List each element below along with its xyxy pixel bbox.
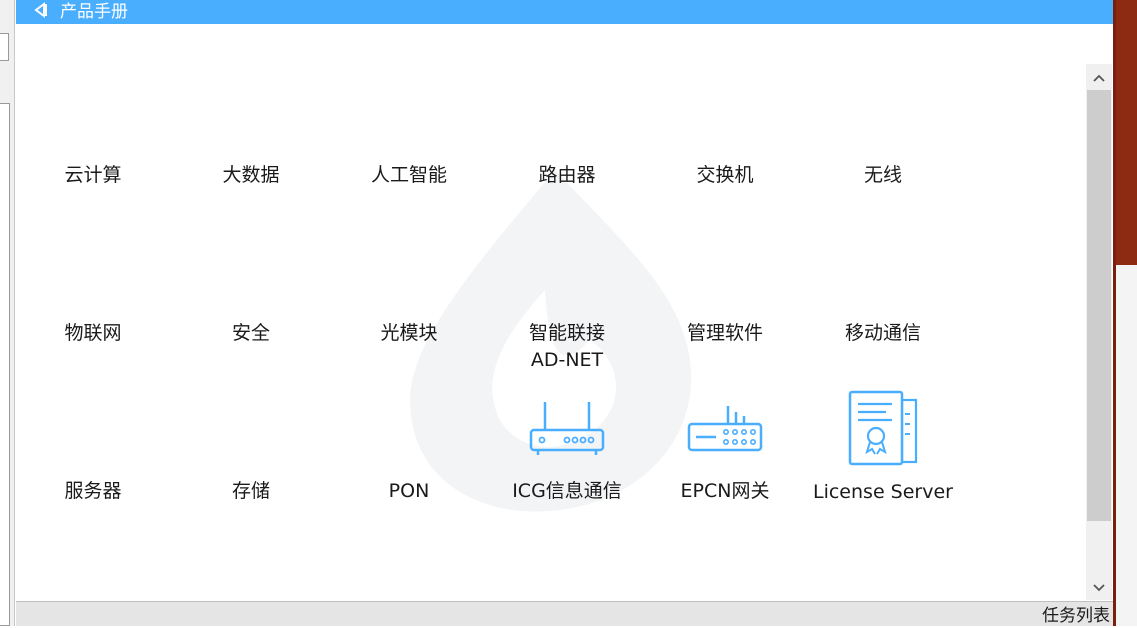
product-item-icg[interactable]: ICG信息通信 [487, 398, 647, 505]
product-label: 无线 [863, 164, 902, 186]
title-bar: 产品手册 [16, 0, 1113, 24]
product-item-big-data[interactable]: 大数据 [171, 162, 331, 189]
desktop-wallpaper [1116, 0, 1137, 265]
product-label: 存储 [231, 480, 270, 502]
product-label: 物联网 [64, 322, 122, 344]
scrollbar-thumb[interactable] [1087, 90, 1111, 521]
product-label: 交换机 [696, 164, 754, 186]
product-item-mobile-communication[interactable]: 移动通信 [803, 320, 963, 347]
product-label: License Server [813, 481, 953, 503]
product-label-secondary: AD-NET [530, 349, 604, 371]
scroll-down-arrow-icon[interactable] [1086, 576, 1112, 600]
taskbar-task-list[interactable]: 任务列表 [1042, 604, 1113, 628]
product-label: 云计算 [64, 164, 122, 186]
product-label: 管理软件 [686, 322, 763, 344]
router-antenna-icon [529, 402, 605, 455]
product-item-switch[interactable]: 交换机 [645, 162, 805, 189]
back-triangle-icon[interactable] [32, 1, 48, 19]
scroll-up-arrow-icon[interactable] [1086, 66, 1112, 90]
product-item-optical-module[interactable]: 光模块 [329, 320, 489, 347]
product-label: EPCN网关 [680, 480, 770, 502]
product-item-server[interactable]: 服务器 [13, 478, 173, 505]
product-label: 移动通信 [844, 322, 921, 344]
parent-window-field [0, 33, 9, 61]
product-item-iot[interactable]: 物联网 [13, 320, 173, 347]
product-label: 服务器 [64, 480, 122, 502]
product-item-cloud-computing[interactable]: 云计算 [13, 162, 173, 189]
product-label: 大数据 [222, 164, 280, 186]
product-label: ICG信息通信 [512, 480, 622, 502]
product-item-ai[interactable]: 人工智能 [329, 162, 489, 189]
product-item-wireless[interactable]: 无线 [803, 162, 963, 189]
page-title: 产品手册 [60, 2, 128, 22]
product-label: PON [388, 480, 430, 502]
product-item-router[interactable]: 路由器 [487, 162, 647, 189]
product-item-security[interactable]: 安全 [171, 320, 331, 347]
product-item-epcn-gateway[interactable]: EPCN网关 [645, 398, 805, 505]
product-item-pon[interactable]: PON [329, 478, 489, 505]
certificate-icon [848, 390, 918, 466]
parent-window-edge [0, 0, 15, 626]
desktop-edge [1113, 0, 1137, 626]
parent-window-panel [0, 103, 10, 626]
gateway-icon [687, 406, 763, 452]
status-bar [16, 601, 1113, 626]
vertical-scrollbar[interactable] [1086, 64, 1112, 600]
product-label: 安全 [231, 322, 270, 344]
product-item-ad-net[interactable]: 智能联接 AD-NET [487, 320, 647, 374]
product-item-storage[interactable]: 存储 [171, 478, 331, 505]
product-label: 光模块 [380, 322, 438, 344]
product-label: 智能联接 [528, 322, 605, 344]
product-label: 路由器 [538, 164, 596, 186]
product-item-license-server[interactable]: License Server [803, 390, 963, 506]
product-item-management-software[interactable]: 管理软件 [645, 320, 805, 347]
product-label: 人工智能 [370, 164, 447, 186]
